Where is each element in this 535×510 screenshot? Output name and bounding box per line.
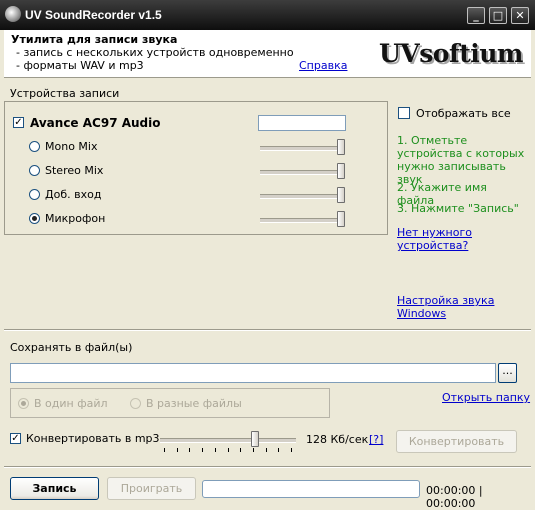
input-label: Микрофон: [45, 212, 106, 225]
file-path-input[interactable]: [10, 363, 496, 383]
input-label: Stereo Mix: [45, 164, 104, 177]
bitrate-tick: [164, 448, 165, 452]
no-device-link[interactable]: Нет нужного устройства?: [397, 226, 477, 252]
sound-settings-link[interactable]: Настройка звука Windows: [397, 294, 497, 320]
input-radio-microphone[interactable]: [29, 213, 40, 224]
volume-slider-thumb[interactable]: [337, 187, 345, 203]
instruction-step-3: 3. Нажмите "Запись": [397, 202, 519, 215]
divider: [4, 329, 531, 331]
bitrate-value: 128 Кб/сек: [306, 433, 369, 446]
convert-button[interactable]: Конвертировать: [396, 430, 517, 453]
bitrate-tick: [240, 448, 242, 452]
title-bar[interactable]: UV SoundRecorder v1.5 _ □ ✕: [0, 0, 535, 30]
window-title: UV SoundRecorder v1.5: [25, 8, 162, 22]
instruction-step-1: 1. Отметьте устройства с которых нужно з…: [397, 134, 525, 186]
browse-button[interactable]: ...: [498, 363, 517, 383]
app-tagline: Утилита для записи звука: [11, 33, 178, 46]
volume-slider-track[interactable]: [260, 146, 344, 151]
device-filename-field[interactable]: [258, 115, 346, 131]
bitrate-help-link[interactable]: [?]: [369, 433, 383, 446]
bitrate-tick: [176, 448, 178, 452]
single-file-radio[interactable]: [18, 398, 29, 409]
maximize-icon[interactable]: □: [489, 7, 507, 24]
multiple-files-label: В разные файлы: [146, 397, 242, 410]
volume-slider-thumb[interactable]: [337, 139, 345, 155]
multiple-files-radio[interactable]: [130, 398, 141, 409]
bitrate-slider-thumb[interactable]: [250, 431, 259, 447]
bitrate-tick: [252, 448, 254, 452]
feature-line: - форматы WAV и mp3: [16, 59, 144, 72]
bitrate-tick: [214, 448, 216, 452]
volume-slider-thumb[interactable]: [337, 163, 345, 179]
convert-mp3-label: Конвертировать в mp3: [26, 432, 160, 445]
time-display: 00:00:00 | 00:00:00: [426, 484, 483, 510]
input-label: Mono Mix: [45, 140, 98, 153]
minimize-icon[interactable]: _: [467, 7, 485, 24]
volume-slider-track[interactable]: [260, 218, 344, 223]
show-all-label: Отображать все: [416, 107, 511, 120]
input-radio-mono-mix[interactable]: [29, 141, 40, 152]
bitrate-tick: [189, 448, 191, 452]
device-name: Avance AC97 Audio: [30, 116, 161, 130]
show-all-checkbox[interactable]: [398, 107, 410, 119]
convert-mp3-checkbox[interactable]: ✓: [10, 433, 21, 444]
bitrate-slider-track[interactable]: [160, 438, 296, 443]
volume-slider-track[interactable]: [260, 194, 344, 199]
single-file-label: В один файл: [34, 397, 108, 410]
devices-section-label: Устройства записи: [10, 87, 120, 100]
uvsoftium-logo: UVsoftium: [379, 39, 523, 68]
bitrate-tick: [265, 448, 267, 452]
app-icon[interactable]: [5, 6, 21, 22]
play-button[interactable]: Проиграть: [107, 477, 196, 500]
bitrate-ticks: [164, 448, 292, 454]
help-link[interactable]: Справка: [299, 59, 347, 72]
header-banner: Утилита для записи звука - запись с неск…: [4, 30, 531, 78]
volume-slider-thumb[interactable]: [337, 211, 345, 227]
input-radio-stereo-mix[interactable]: [29, 165, 40, 176]
feature-line: - запись с нескольких устройств одноврем…: [16, 46, 294, 59]
device-checkbox[interactable]: ✓: [13, 117, 24, 128]
record-button[interactable]: Запись: [10, 477, 99, 500]
bitrate-tick: [291, 448, 292, 452]
recording-progress-bar: [202, 480, 420, 498]
volume-slider-track[interactable]: [260, 170, 344, 175]
input-radio-aux[interactable]: [29, 189, 40, 200]
bitrate-tick: [278, 448, 280, 452]
open-folder-link[interactable]: Открыть папку: [442, 391, 530, 404]
bitrate-tick: [202, 448, 204, 452]
divider: [4, 466, 531, 468]
close-icon[interactable]: ✕: [511, 7, 529, 24]
input-label: Доб. вход: [45, 188, 102, 201]
bitrate-tick: [227, 448, 229, 452]
save-to-file-label: Сохранять в файл(ы): [10, 341, 133, 354]
